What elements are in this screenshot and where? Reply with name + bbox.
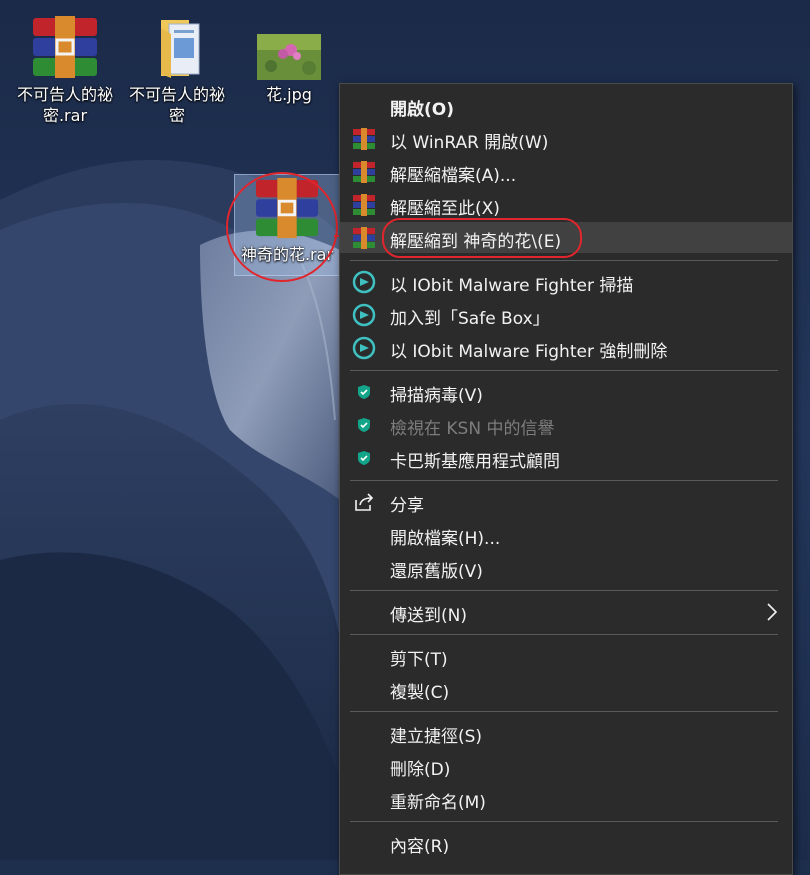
desktop-icon-folder[interactable]: 不可告人的祕密 [122, 14, 232, 126]
annotation-circle-menu-item [382, 218, 582, 258]
menu-separator [350, 821, 778, 822]
annotation-circle-icon [226, 172, 338, 282]
winrar-icon [353, 194, 375, 216]
menu-separator [350, 480, 778, 481]
menu-item-copy[interactable]: 複製(C) [340, 673, 792, 704]
menu-separator [350, 711, 778, 712]
kaspersky-shield-icon [358, 451, 370, 465]
kaspersky-shield-icon [358, 418, 370, 432]
winrar-icon [353, 161, 375, 183]
menu-item-kaspersky-advisor[interactable]: 卡巴斯基應用程式顧問 [340, 442, 792, 473]
desktop-icon-label: 不可告人的祕密 [128, 85, 225, 125]
menu-separator [350, 370, 778, 371]
share-icon [355, 493, 374, 511]
menu-item-delete[interactable]: 刪除(D) [340, 750, 792, 781]
menu-separator [350, 590, 778, 591]
menu-item-send-to[interactable]: 傳送到(N) [340, 596, 792, 627]
menu-item-properties[interactable]: 內容(R) [340, 827, 792, 858]
winrar-icon [353, 227, 375, 249]
menu-item-extract-files[interactable]: 解壓縮檔案(A)... [340, 156, 792, 187]
menu-item-scan-virus[interactable]: 掃描病毒(V) [340, 376, 792, 407]
iobit-shield-icon [352, 303, 376, 327]
menu-item-open[interactable]: 開啟(O) [340, 90, 792, 121]
menu-item-share[interactable]: 分享 [340, 486, 792, 517]
kaspersky-shield-icon [358, 385, 370, 399]
desktop-icon-image[interactable]: 花.jpg [234, 14, 344, 105]
folder-icon [161, 20, 200, 78]
menu-item-rename[interactable]: 重新命名(M) [340, 783, 792, 814]
chevron-right-icon [767, 603, 778, 621]
desktop-icon-archive[interactable]: 不可告人的祕密.rar [10, 14, 120, 126]
menu-item-iobit-force-delete[interactable]: 以 IObit Malware Fighter 強制刪除 [340, 332, 792, 363]
iobit-shield-icon [352, 336, 376, 360]
menu-separator [350, 634, 778, 635]
image-thumbnail-icon [257, 34, 321, 80]
iobit-shield-icon [352, 270, 376, 294]
menu-item-open-with-winrar[interactable]: 以 WinRAR 開啟(W) [340, 123, 792, 154]
menu-item-add-to-safe-box[interactable]: 加入到「Safe Box」 [340, 299, 792, 330]
menu-item-cut[interactable]: 剪下(T) [340, 640, 792, 671]
context-menu: 開啟(O) 以 WinRAR 開啟(W) 解壓縮檔案(A)... 解壓縮至此(X… [339, 83, 793, 875]
menu-separator [350, 260, 778, 261]
menu-item-open-file[interactable]: 開啟檔案(H)... [340, 519, 792, 550]
menu-item-iobit-scan[interactable]: 以 IObit Malware Fighter 掃描 [340, 266, 792, 297]
desktop-icon-label: 花.jpg [266, 85, 312, 104]
menu-item-restore-previous[interactable]: 還原舊版(V) [340, 552, 792, 583]
menu-item-ksn-reputation[interactable]: 檢視在 KSN 中的信譽 [340, 409, 792, 440]
winrar-archive-icon [33, 16, 97, 78]
menu-item-extract-here[interactable]: 解壓縮至此(X) [340, 189, 792, 220]
desktop-icon-label: 不可告人的祕密.rar [16, 85, 113, 125]
menu-item-create-shortcut[interactable]: 建立捷徑(S) [340, 717, 792, 748]
winrar-icon [353, 128, 375, 150]
